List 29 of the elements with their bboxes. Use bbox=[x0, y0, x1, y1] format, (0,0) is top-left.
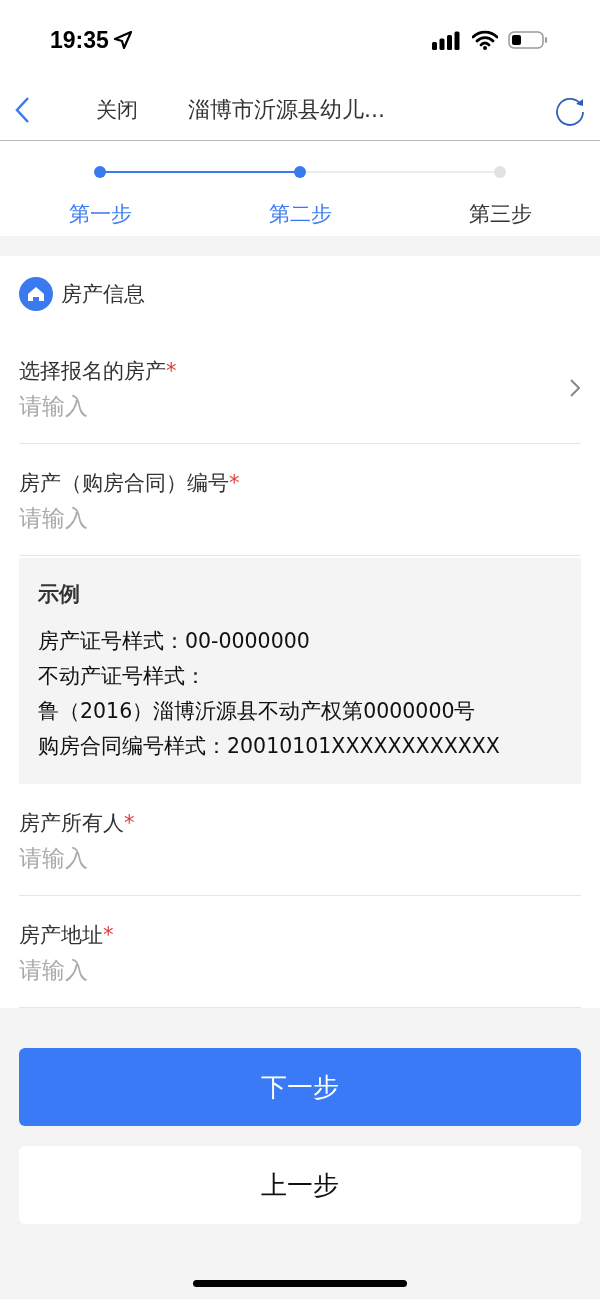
input-field[interactable]: 请输入 bbox=[19, 392, 519, 419]
step-label: 第三步 bbox=[468, 201, 532, 228]
input-field[interactable]: 请输入 bbox=[19, 504, 519, 531]
step-label: 第二步 bbox=[268, 201, 332, 228]
status-time: 19:35 bbox=[50, 26, 133, 54]
step-label: 第一步 bbox=[68, 201, 132, 228]
example-text: 购房合同编号样式：20010101XXXXXXXXXXXX bbox=[38, 733, 501, 760]
back-icon[interactable] bbox=[14, 96, 30, 124]
close-link[interactable]: 关闭 bbox=[96, 96, 138, 124]
field-label: 房产所有人* bbox=[19, 809, 136, 837]
battery-icon bbox=[508, 30, 548, 50]
chevron-right-icon bbox=[569, 377, 581, 398]
field-label: 房产地址* bbox=[19, 921, 115, 949]
example-text: 房产证号样式：00-0000000 bbox=[38, 628, 311, 655]
example-title: 示例 bbox=[38, 581, 81, 608]
signal-icon bbox=[432, 30, 462, 50]
field-label: 选择报名的房产* bbox=[19, 357, 178, 385]
section-title: 房产信息 bbox=[61, 281, 145, 308]
house-icon bbox=[19, 277, 53, 311]
wifi-icon bbox=[472, 30, 498, 50]
location-icon bbox=[112, 30, 133, 50]
back-button[interactable]: 上一步 bbox=[19, 1146, 581, 1224]
example-text: 鲁（2016）淄博沂源县不动产权第0000000号 bbox=[38, 698, 477, 725]
example-text: 不动产证号样式： bbox=[38, 663, 207, 690]
field-label: 房产（购房合同）编号* bbox=[19, 469, 241, 497]
next-button[interactable]: 下一步 bbox=[19, 1048, 581, 1126]
input-field[interactable]: 请输入 bbox=[19, 956, 519, 983]
page-title: 淄博市沂源县幼儿... bbox=[188, 96, 386, 124]
input-field[interactable]: 请输入 bbox=[19, 844, 519, 871]
